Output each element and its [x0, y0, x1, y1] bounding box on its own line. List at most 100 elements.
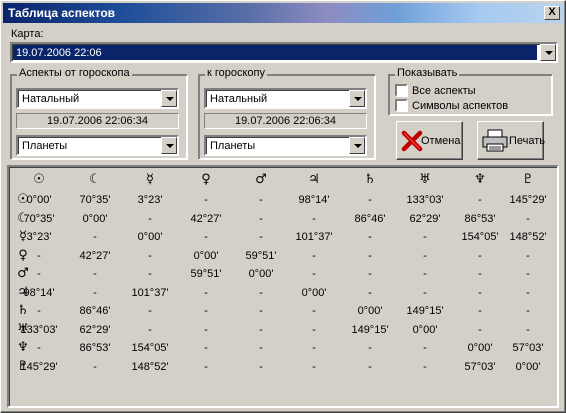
- aspect-cell: -: [423, 286, 427, 299]
- venus-icon: ♀: [201, 172, 211, 187]
- aspects-from-title: Аспекты от гороскопа: [17, 67, 132, 79]
- aspect-cell: -: [423, 249, 427, 262]
- aspect-cell: 86°53': [79, 342, 111, 354]
- aspect-cell: -: [526, 249, 530, 262]
- aspect-cell: 0°00': [357, 305, 383, 317]
- aspect-cell: -: [204, 360, 208, 373]
- close-button[interactable]: X: [544, 6, 560, 20]
- aspect-cell: 148°52': [509, 231, 547, 243]
- aspect-cell: 149°15': [351, 323, 389, 336]
- aspects-to-type-select[interactable]: Натальный: [204, 88, 367, 109]
- aspect-cell: -: [312, 212, 316, 225]
- aspect-cell: -: [368, 286, 372, 299]
- aspect-cell: 0°00': [301, 286, 327, 299]
- aspect-cell: -: [37, 249, 41, 262]
- aspect-cell: -: [312, 305, 316, 317]
- aspect-cell: -: [526, 212, 530, 225]
- aspect-cell: -: [204, 305, 208, 317]
- chevron-down-icon[interactable]: [540, 44, 556, 61]
- aspect-cell: -: [93, 360, 97, 373]
- aspect-table-window: Таблица аспектов X Карта: 19.07.2006 22:…: [0, 0, 566, 413]
- aspect-cell: -: [259, 194, 263, 206]
- aspect-cell: -: [259, 305, 263, 317]
- aspect-cell: 86°46': [79, 305, 111, 317]
- aspect-cell: -: [259, 323, 263, 336]
- aspect-cell: 3°23': [137, 194, 163, 206]
- aspect-cell: 0°00': [26, 194, 52, 206]
- aspects-to-objects-value: Планеты: [210, 140, 256, 152]
- chart-select[interactable]: 19.07.2006 22:06: [10, 42, 558, 63]
- aspect-cell: -: [368, 194, 372, 206]
- mercury-icon: ☿: [146, 172, 154, 187]
- aspect-cell: -: [37, 342, 41, 354]
- aspect-cell: -: [148, 268, 152, 280]
- aspect-cell: 145°29': [20, 360, 58, 373]
- aspects-from-objects-select[interactable]: Планеты: [16, 135, 179, 156]
- aspect-cell: -: [312, 323, 316, 336]
- aspect-cell: -: [423, 342, 427, 354]
- aspect-cell: -: [259, 342, 263, 354]
- aspects-to-objects-select[interactable]: Планеты: [204, 135, 367, 156]
- aspects-from-type-value: Натальный: [22, 93, 80, 105]
- aspect-cell: -: [204, 323, 208, 336]
- title-bar[interactable]: Таблица аспектов X: [3, 3, 563, 23]
- printer-icon: [482, 129, 508, 152]
- print-button-label: Печать: [509, 135, 546, 147]
- aspect-cell: 86°46': [354, 212, 386, 225]
- aspect-cell: -: [93, 268, 97, 280]
- aspects-to-type-value: Натальный: [210, 93, 268, 105]
- aspect-cell: 133°03': [406, 194, 444, 206]
- aspect-cell: -: [526, 323, 530, 336]
- chevron-down-icon[interactable]: [161, 137, 177, 154]
- chevron-down-icon[interactable]: [349, 90, 365, 107]
- aspect-cell: -: [423, 231, 427, 243]
- jupiter-icon: ♃: [308, 172, 320, 187]
- aspect-cell: 62°29': [79, 323, 111, 336]
- aspect-cell: 98°14': [298, 194, 330, 206]
- aspects-to-title: к гороскопу: [205, 67, 268, 79]
- aspect-cell: -: [526, 286, 530, 299]
- aspect-grid: ☉ ☾ ☿ ♀ ♂ ♃ ♄ ♅ ♆ ♇ ☉ 0°00' 70°35' 3°23' - -98°14' -133…: [7, 165, 559, 408]
- aspect-cell: -: [204, 231, 208, 243]
- aspect-cell: 59°51': [190, 268, 222, 280]
- aspect-cell: 0°00': [137, 231, 163, 243]
- aspect-cell: -: [148, 249, 152, 262]
- aspect-cell: -: [204, 286, 208, 299]
- aspect-cell: -: [368, 268, 372, 280]
- aspect-cell: 149°15': [406, 305, 444, 317]
- aspect-cell: 0°00': [515, 360, 541, 373]
- aspect-cell: -: [368, 231, 372, 243]
- aspect-cell: -: [368, 360, 372, 373]
- aspect-cell: 70°35': [23, 212, 55, 225]
- cancel-button[interactable]: Отмена: [396, 121, 463, 160]
- cancel-button-label: Отмена: [421, 135, 461, 147]
- chevron-down-icon[interactable]: [161, 90, 177, 107]
- sun-icon: ☉: [33, 172, 45, 187]
- cancel-x-icon: [401, 130, 423, 152]
- chevron-down-icon[interactable]: [349, 137, 365, 154]
- aspect-cell: -: [148, 305, 152, 317]
- aspect-cell: -: [204, 194, 208, 206]
- aspect-cell: -: [423, 268, 427, 280]
- aspects-from-objects-value: Планеты: [22, 140, 68, 152]
- aspect-cell: -: [368, 249, 372, 262]
- chart-select-value: 19.07.2006 22:06: [13, 45, 537, 60]
- aspect-cell: 133°03': [20, 323, 58, 336]
- aspect-cell: -: [204, 342, 208, 354]
- aspect-cell: -: [259, 360, 263, 373]
- aspect-cell: -: [259, 286, 263, 299]
- aspects-from-type-select[interactable]: Натальный: [16, 88, 179, 109]
- aspect-cell: 62°29': [409, 212, 441, 225]
- all-aspects-checkbox[interactable]: [395, 84, 408, 97]
- window-title: Таблица аспектов: [8, 6, 116, 20]
- aspect-cell: -: [259, 231, 263, 243]
- print-button[interactable]: Печать: [477, 121, 546, 160]
- symbols-checkbox[interactable]: [395, 99, 408, 112]
- aspect-cell: 42°27': [190, 212, 222, 225]
- aspect-cell: -: [37, 268, 41, 280]
- show-title: Показывать: [395, 67, 460, 79]
- aspect-cell: 3°23': [26, 231, 52, 243]
- aspect-cell: -: [423, 360, 427, 373]
- aspect-cell: 154°05': [131, 342, 169, 354]
- aspects-from-date: 19.07.2006 22:06:34: [16, 113, 179, 129]
